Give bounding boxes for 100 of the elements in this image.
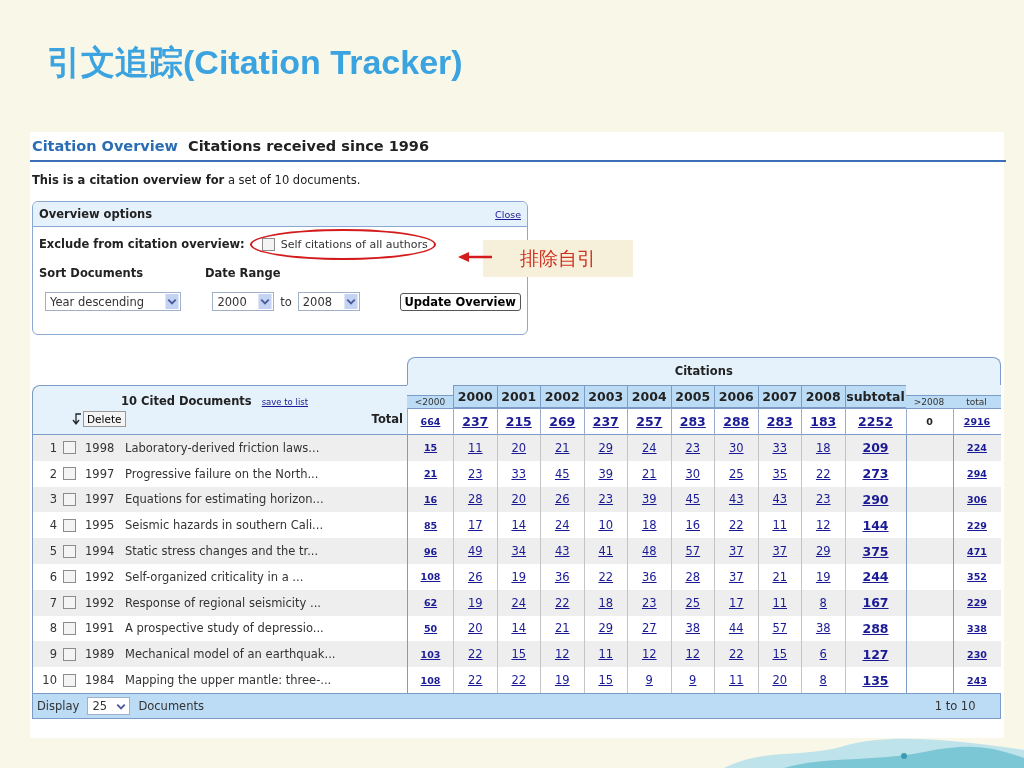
citation-count-link[interactable]: 43: [554, 544, 570, 559]
citation-count-link[interactable]: 19: [467, 595, 483, 610]
row-checkbox[interactable]: [63, 518, 76, 532]
close-link[interactable]: Close: [495, 208, 521, 220]
citation-count-link[interactable]: 30: [728, 440, 744, 455]
citation-count-link[interactable]: 29: [598, 440, 614, 455]
citation-count-link[interactable]: 15: [772, 647, 788, 662]
citation-count-link[interactable]: 45: [685, 492, 701, 507]
citation-count-link[interactable]: 15: [423, 442, 438, 454]
citation-count-link[interactable]: 36: [554, 569, 570, 584]
citation-count-link[interactable]: 22: [554, 595, 570, 610]
citation-count-link[interactable]: 21: [554, 621, 570, 636]
citation-count-link[interactable]: 57: [772, 621, 788, 636]
total-link[interactable]: 257: [636, 414, 663, 429]
citation-count-link[interactable]: 6: [819, 647, 827, 662]
citation-count-link[interactable]: 229: [967, 597, 987, 609]
citation-count-link[interactable]: 37: [772, 544, 788, 559]
row-checkbox[interactable]: [63, 544, 76, 558]
citation-count-link[interactable]: 306: [967, 494, 987, 505]
citation-count-link[interactable]: 29: [598, 621, 614, 636]
citation-count-link[interactable]: 33: [772, 440, 788, 455]
citation-count-link[interactable]: 48: [641, 544, 657, 559]
citation-count-link[interactable]: 43: [728, 492, 744, 507]
citation-count-link[interactable]: 135: [862, 672, 889, 688]
checkbox[interactable]: [261, 237, 275, 251]
total-link[interactable]: 269: [549, 414, 576, 429]
citation-count-link[interactable]: 22: [467, 647, 483, 662]
citation-count-link[interactable]: 338: [967, 622, 987, 634]
citation-count-link[interactable]: 21: [554, 440, 570, 455]
citation-count-link[interactable]: 9: [645, 673, 653, 688]
citation-count-link[interactable]: 45: [554, 466, 570, 481]
row-checkbox[interactable]: [63, 647, 76, 661]
citation-count-link[interactable]: 15: [598, 673, 614, 688]
citation-count-link[interactable]: 108: [420, 571, 441, 583]
citation-count-link[interactable]: 37: [728, 544, 744, 559]
citation-count-link[interactable]: 19: [815, 569, 831, 584]
citation-count-link[interactable]: 127: [862, 646, 889, 662]
citation-count-link[interactable]: 96: [423, 545, 438, 557]
row-checkbox[interactable]: [63, 493, 76, 506]
citation-count-link[interactable]: 21: [772, 569, 788, 584]
citation-count-link[interactable]: 24: [641, 440, 657, 455]
citation-count-link[interactable]: 37: [728, 569, 744, 584]
citation-count-link[interactable]: 108: [420, 674, 441, 686]
total-link[interactable]: 183: [810, 414, 837, 429]
citation-count-link[interactable]: 11: [772, 595, 788, 610]
citation-count-link[interactable]: 17: [467, 518, 483, 533]
row-checkbox[interactable]: [63, 467, 76, 481]
save-to-list-link[interactable]: save to list: [261, 397, 308, 407]
citation-count-link[interactable]: 16: [685, 518, 701, 533]
citation-count-link[interactable]: 43: [772, 492, 788, 507]
citation-count-link[interactable]: 230: [967, 648, 987, 660]
citation-count-link[interactable]: 229: [967, 519, 987, 531]
citation-count-link[interactable]: 15: [511, 647, 527, 662]
citation-count-link[interactable]: 23: [467, 466, 483, 481]
citation-count-link[interactable]: 49: [467, 544, 483, 559]
citation-count-link[interactable]: 375: [862, 543, 889, 559]
citation-count-link[interactable]: 24: [554, 518, 570, 533]
citation-count-link[interactable]: 34: [511, 544, 527, 559]
citation-count-link[interactable]: 471: [967, 545, 987, 557]
citation-count-link[interactable]: 28: [467, 492, 483, 507]
row-checkbox[interactable]: [63, 673, 76, 687]
citation-count-link[interactable]: 14: [511, 518, 527, 533]
total-link[interactable]: 237: [462, 414, 489, 429]
citation-count-link[interactable]: 352: [967, 571, 987, 583]
citation-count-link[interactable]: 41: [598, 544, 614, 559]
citation-count-link[interactable]: 20: [772, 673, 788, 688]
total-link[interactable]: 2252: [858, 414, 893, 429]
citation-count-link[interactable]: 8: [819, 673, 827, 688]
citation-count-link[interactable]: 38: [815, 621, 831, 636]
row-checkbox[interactable]: [63, 570, 76, 584]
total-link[interactable]: 283: [766, 414, 793, 429]
citation-count-link[interactable]: 39: [598, 466, 614, 481]
citation-count-link[interactable]: 273: [862, 466, 889, 482]
citation-count-link[interactable]: 38: [685, 621, 701, 636]
citation-count-link[interactable]: 25: [685, 595, 701, 610]
update-overview-button[interactable]: Update Overview: [399, 292, 521, 311]
citation-count-link[interactable]: 224: [967, 442, 987, 454]
citation-count-link[interactable]: 36: [641, 569, 657, 584]
total-link[interactable]: 664: [420, 416, 441, 427]
citation-count-link[interactable]: 12: [815, 518, 831, 533]
citation-count-link[interactable]: 57: [685, 544, 701, 559]
citation-count-link[interactable]: 18: [641, 518, 657, 533]
citation-count-link[interactable]: 20: [511, 492, 527, 507]
citation-count-link[interactable]: 30: [685, 466, 701, 481]
citation-count-link[interactable]: 26: [554, 492, 570, 507]
sort-dropdown[interactable]: Year descending: [45, 292, 182, 311]
citation-count-link[interactable]: 28: [685, 569, 701, 584]
citation-count-link[interactable]: 19: [554, 673, 570, 688]
citation-count-link[interactable]: 22: [815, 466, 831, 481]
citation-count-link[interactable]: 22: [467, 673, 483, 688]
citation-count-link[interactable]: 44: [728, 621, 744, 636]
page-size-dropdown[interactable]: 25: [87, 696, 131, 715]
citation-count-link[interactable]: 290: [862, 492, 889, 507]
citation-count-link[interactable]: 50: [423, 622, 438, 634]
citation-count-link[interactable]: 21: [641, 466, 657, 481]
total-link[interactable]: 288: [723, 414, 750, 429]
citation-count-link[interactable]: 25: [728, 466, 744, 481]
to-year-dropdown[interactable]: 2008: [297, 292, 360, 311]
total-link[interactable]: 2916: [963, 416, 991, 427]
row-checkbox[interactable]: [63, 596, 76, 610]
